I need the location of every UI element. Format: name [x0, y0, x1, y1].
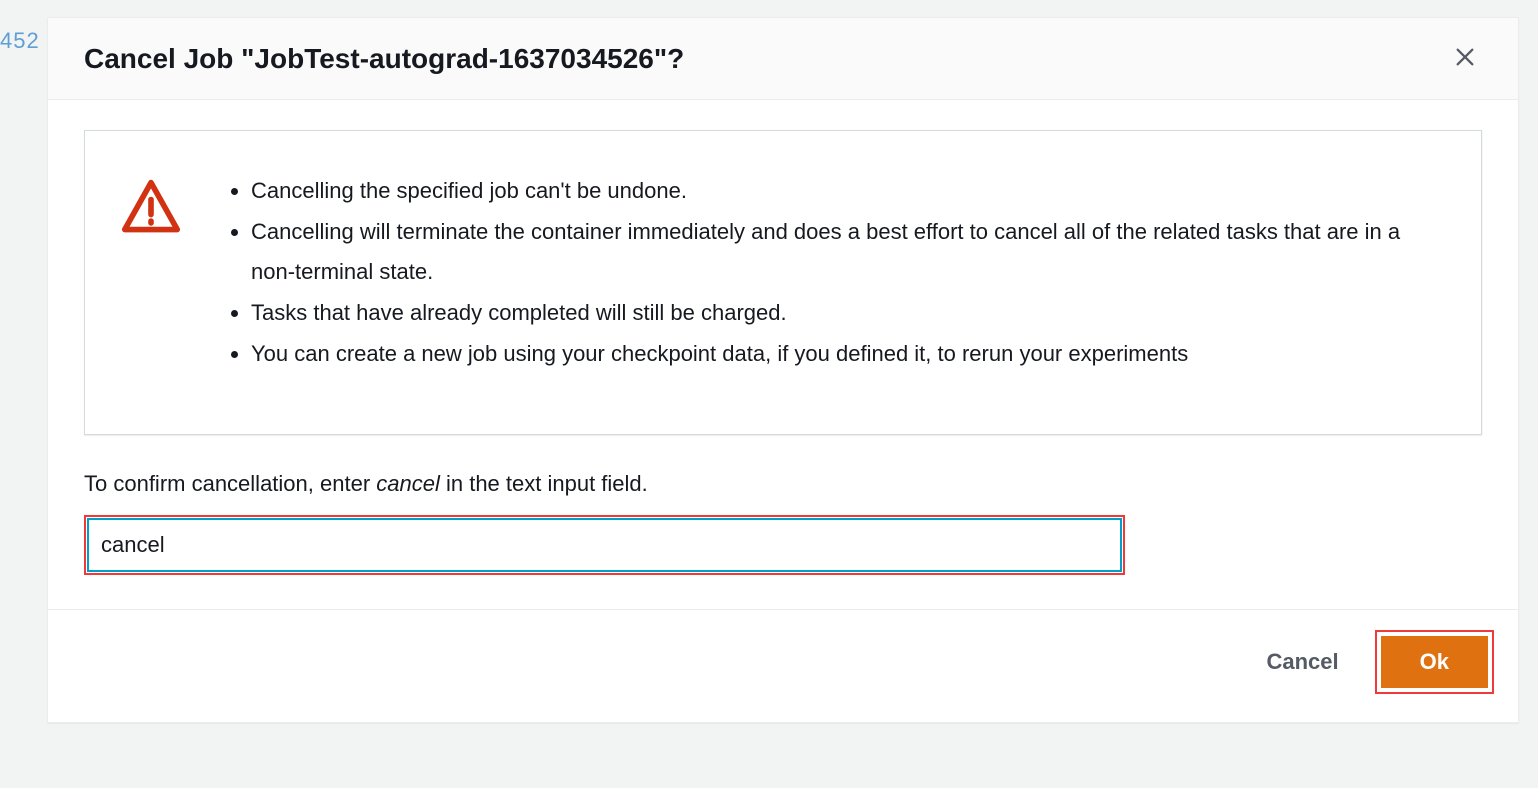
warning-panel: Cancelling the specified job can't be un…: [84, 130, 1482, 435]
ok-button-highlight: Ok: [1375, 630, 1494, 694]
confirm-keyword: cancel: [376, 471, 440, 496]
modal-body: Cancelling the specified job can't be un…: [48, 100, 1518, 609]
confirm-input-highlight: [84, 515, 1125, 575]
cancel-job-modal: Cancel Job "JobTest-autograd-1637034526"…: [47, 17, 1519, 723]
ok-button[interactable]: Ok: [1381, 636, 1488, 688]
modal-title: Cancel Job "JobTest-autograd-1637034526"…: [84, 43, 684, 75]
background-text-fragment: 452: [0, 28, 40, 54]
warning-item: Cancelling will terminate the container …: [251, 212, 1437, 293]
warning-list: Cancelling the specified job can't be un…: [227, 171, 1437, 374]
warning-item: Cancelling the specified job can't be un…: [251, 171, 1437, 212]
modal-header: Cancel Job "JobTest-autograd-1637034526"…: [48, 18, 1518, 100]
close-icon: [1454, 46, 1476, 71]
warning-item: You can create a new job using your chec…: [251, 334, 1437, 375]
confirm-instruction-suffix: in the text input field.: [440, 471, 648, 496]
confirm-input[interactable]: [88, 519, 1121, 571]
confirm-instruction-prefix: To confirm cancellation, enter: [84, 471, 376, 496]
cancel-button[interactable]: Cancel: [1258, 639, 1346, 685]
confirm-instruction: To confirm cancellation, enter cancel in…: [84, 471, 1482, 497]
modal-footer: Cancel Ok: [48, 609, 1518, 722]
warning-triangle-icon: [121, 224, 181, 241]
close-button[interactable]: [1448, 40, 1482, 77]
warning-item: Tasks that have already completed will s…: [251, 293, 1437, 334]
